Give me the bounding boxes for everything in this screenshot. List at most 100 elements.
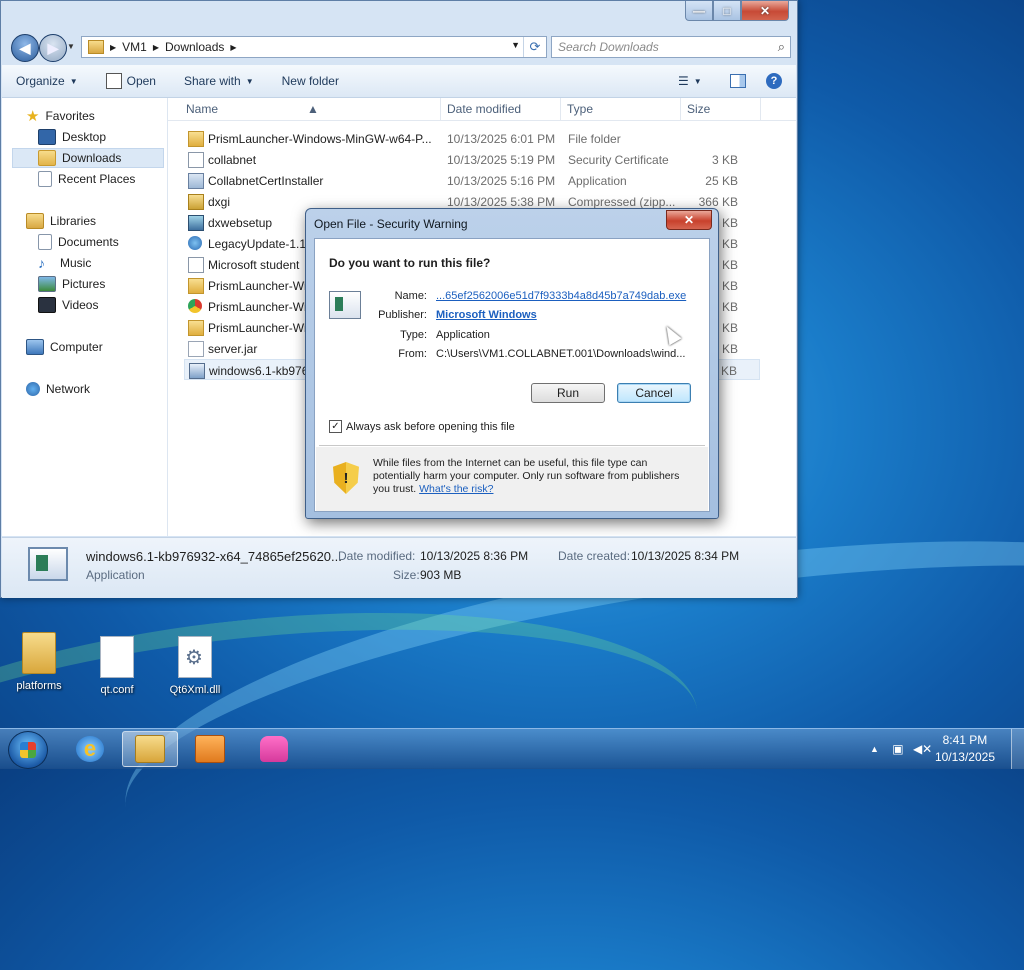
network-tray-icon[interactable]: ▣ xyxy=(891,742,905,756)
nav-label: Libraries xyxy=(50,214,97,228)
show-hidden-icons-arrow[interactable]: ▲ xyxy=(870,744,879,754)
file-row[interactable]: collabnet 10/13/2025 5:19 PM Security Cert… xyxy=(184,149,760,170)
show-desktop-button[interactable] xyxy=(1011,729,1024,769)
search-placeholder: Search Downloads xyxy=(558,40,659,54)
file-size: 3 KB xyxy=(711,153,738,167)
file-type: Compressed (zipp... xyxy=(568,195,676,209)
nav-desktop[interactable]: Desktop xyxy=(38,127,106,147)
taskbar-internet-explorer[interactable]: e xyxy=(62,731,118,767)
publisher-link[interactable]: Microsoft Windows xyxy=(436,309,696,321)
caret-down-icon: ▼ xyxy=(245,76,254,86)
column-divider[interactable] xyxy=(680,98,681,120)
cancel-button[interactable]: Cancel xyxy=(617,383,691,403)
view-list-icon: ☰ xyxy=(678,74,689,88)
pictures-icon xyxy=(38,276,56,292)
folder-icon xyxy=(88,40,104,54)
dialog-close-button[interactable]: ✕ xyxy=(666,210,712,230)
file-name: dxwebsetup xyxy=(208,216,273,230)
taskbar-windows-explorer[interactable] xyxy=(122,731,178,767)
back-button[interactable]: ◀ xyxy=(11,34,39,62)
nav-recent-places[interactable]: Recent Places xyxy=(38,169,135,189)
file-row[interactable]: CollabnetCertInstaller 10/13/2025 5:16 PM… xyxy=(184,170,760,191)
nav-computer[interactable]: Computer xyxy=(26,337,103,357)
column-divider[interactable] xyxy=(760,98,761,120)
breadcrumb-downloads[interactable]: Downloads xyxy=(159,40,230,54)
column-divider[interactable] xyxy=(560,98,561,120)
nav-network[interactable]: Network xyxy=(26,379,90,399)
downloads-folder-icon xyxy=(38,150,56,166)
help-button[interactable]: ? xyxy=(752,73,796,89)
dialog-question: Do you want to run this file? xyxy=(329,256,491,270)
from-value: C:\Users\VM1.COLLABNET.001\Downloads\win… xyxy=(436,348,686,360)
file-name: LegacyUpdate-1.12 xyxy=(208,237,313,251)
window-caption-buttons: — □ ✕ xyxy=(685,1,789,21)
column-name[interactable]: Name xyxy=(186,102,218,116)
column-date-modified[interactable]: Date modified xyxy=(447,102,521,116)
new-folder-button[interactable]: New folder xyxy=(268,74,353,88)
desktop-icon-qt-conf[interactable]: qt.conf xyxy=(82,636,152,696)
close-button[interactable]: ✕ xyxy=(741,1,789,21)
nav-pictures[interactable]: Pictures xyxy=(38,274,105,294)
internet-explorer-icon: e xyxy=(76,736,104,762)
nav-downloads[interactable]: Downloads xyxy=(12,148,164,168)
search-input[interactable]: Search Downloads ⌕ xyxy=(551,36,791,58)
folder-icon xyxy=(22,632,56,674)
nav-label: Videos xyxy=(62,298,99,312)
nav-videos[interactable]: Videos xyxy=(38,295,98,315)
always-ask-checkbox[interactable]: ✓ Always ask before opening this file xyxy=(329,420,515,433)
change-view-button[interactable]: ☰ ▼ xyxy=(664,74,716,88)
cat-app-icon xyxy=(260,736,288,762)
file-date: 10/13/2025 5:16 PM xyxy=(447,174,556,188)
open-button[interactable]: Open xyxy=(92,73,170,89)
clock[interactable]: 8:41 PM 10/13/2025 xyxy=(935,732,995,766)
file-name: server.jar xyxy=(208,342,258,356)
nav-favorites[interactable]: ★ Favorites xyxy=(26,106,95,126)
search-icon[interactable]: ⌕ xyxy=(778,39,785,55)
desktop-icon-qt6xml[interactable]: Qt6Xml.dll xyxy=(160,636,230,696)
folder-icon xyxy=(188,320,204,336)
address-dropdown[interactable]: ▼ xyxy=(511,40,520,50)
column-size[interactable]: Size xyxy=(687,102,710,116)
recent-pages-dropdown[interactable]: ▼ xyxy=(67,42,75,51)
run-button[interactable]: Run xyxy=(531,383,605,403)
file-name: PrismLauncher-Wi xyxy=(208,321,307,335)
media-player-icon xyxy=(195,735,225,763)
volume-muted-icon[interactable]: ◀✕ xyxy=(913,742,932,756)
forward-button[interactable]: ▶ xyxy=(39,34,67,62)
start-button[interactable] xyxy=(8,731,48,769)
organize-button[interactable]: Organize ▼ xyxy=(2,74,92,88)
taskbar-app[interactable] xyxy=(246,731,302,767)
refresh-icon[interactable]: ⟳ xyxy=(523,37,546,57)
nav-libraries[interactable]: Libraries xyxy=(26,211,96,231)
whats-the-risk-link[interactable]: What's the risk? xyxy=(419,483,493,495)
desktop-icon-label: Qt6Xml.dll xyxy=(169,684,221,696)
from-label: From: xyxy=(398,348,427,360)
breadcrumb-vm1[interactable]: VM1 xyxy=(116,40,153,54)
file-preview-icon xyxy=(28,547,68,581)
nav-documents[interactable]: Documents xyxy=(38,232,119,252)
details-file-name: windows6.1-kb976932-x64_74865ef25620... xyxy=(86,549,342,564)
column-divider[interactable] xyxy=(440,98,441,120)
desktop-icon-platforms[interactable]: platforms xyxy=(4,632,74,692)
share-with-button[interactable]: Share with ▼ xyxy=(170,74,268,88)
details-size-label: Size: xyxy=(393,568,420,582)
details-created-value: 10/13/2025 8:34 PM xyxy=(631,549,740,563)
file-name: PrismLauncher-Wi xyxy=(208,279,307,293)
documents-icon xyxy=(38,234,52,250)
jar-file-icon xyxy=(188,341,204,357)
file-name-link[interactable]: ...65ef2562006e51d7f9333b4a8d45b7a749dab… xyxy=(436,290,696,302)
file-type: Security Certificate xyxy=(568,153,669,167)
update-package-icon xyxy=(189,363,205,379)
address-bar[interactable]: ▶ VM1 ▶ Downloads ▶ ▼ ⟳ xyxy=(81,36,547,58)
system-tray: ▲ ▣ ◀✕ 8:41 PM 10/13/2025 xyxy=(870,729,1024,769)
desktop-icon xyxy=(38,129,56,145)
taskbar: e ▲ ▣ ◀✕ 8:41 PM 10/13/2025 xyxy=(0,728,1024,769)
file-type: Application xyxy=(568,174,627,188)
column-type[interactable]: Type xyxy=(567,102,593,116)
minimize-button[interactable]: — xyxy=(685,1,713,21)
file-row[interactable]: PrismLauncher-Windows-MinGW-w64-P... 10/1… xyxy=(184,128,760,149)
address-row: ◀ ▶ ▼ ▶ VM1 ▶ Downloads ▶ ▼ ⟳ Search Dow… xyxy=(9,34,791,62)
nav-music[interactable]: ♪ Music xyxy=(38,253,91,273)
maximize-button[interactable]: □ xyxy=(713,1,741,21)
taskbar-media-player[interactable] xyxy=(182,731,238,767)
